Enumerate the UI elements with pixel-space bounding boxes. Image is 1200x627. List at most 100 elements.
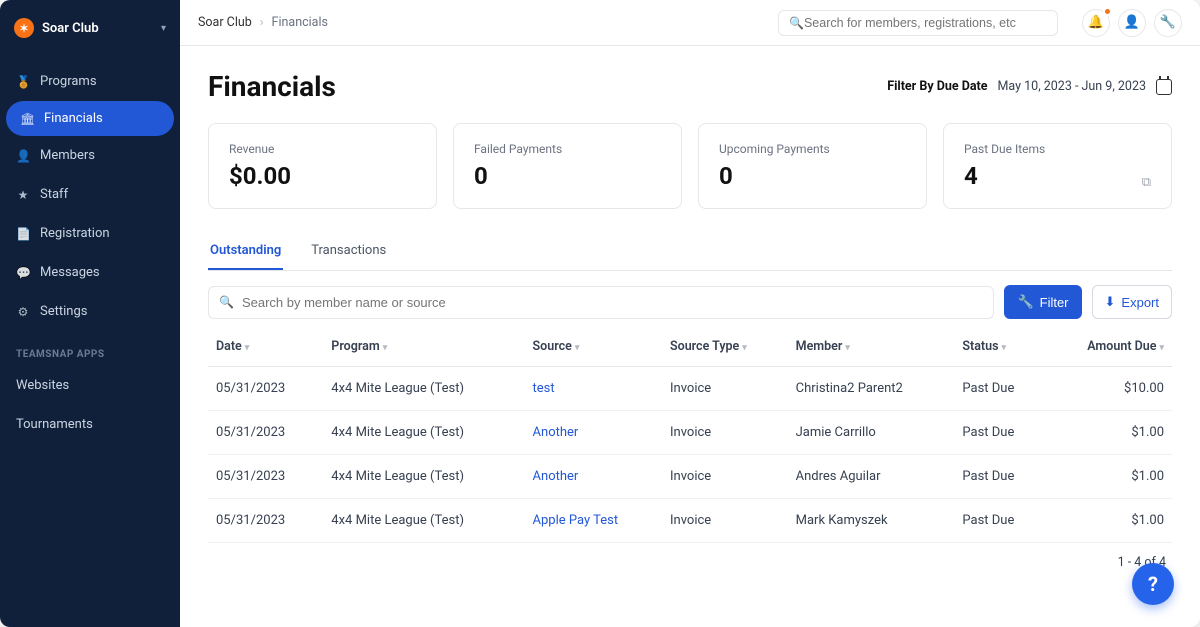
filter-button[interactable]: 🔧 Filter [1004,285,1081,319]
sidebar-item-label: Settings [40,304,87,319]
column-member[interactable]: Member▾ [788,327,955,367]
column-label: Program [331,339,379,354]
stat-card-upcoming-payments[interactable]: Upcoming Payments 0 [698,123,927,209]
cell-amount-due: $10.00 [1046,367,1172,411]
column-source[interactable]: Source▾ [525,327,662,367]
column-label: Date [216,339,242,354]
column-date[interactable]: Date▾ [208,327,323,367]
bank-icon: 🏛 [20,112,34,126]
chat-icon: 💬 [16,266,30,280]
cell-date: 05/31/2023 [208,499,323,543]
help-button[interactable]: ? [1132,563,1174,605]
org-logo-icon: ✶ [14,18,34,38]
column-status[interactable]: Status ▾ [954,327,1046,367]
cell-program: 4x4 Mite League (Test) [323,455,524,499]
sidebar-section-title: TEAMSNAP APPS [0,331,180,366]
global-search-input[interactable] [804,16,1047,30]
cell-program: 4x4 Mite League (Test) [323,499,524,543]
stat-value: 0 [719,162,906,190]
account-button[interactable]: 👤 [1118,9,1146,37]
column-label: Amount Due [1087,339,1156,354]
tab-outstanding[interactable]: Outstanding [208,233,283,270]
cell-status: Past Due [954,411,1046,455]
sidebar-item-label: Websites [16,378,69,393]
sidebar-item-registration[interactable]: 📄 Registration [0,214,180,253]
cell-source-type: Invoice [662,499,788,543]
breadcrumb: Soar Club › Financials [198,15,328,30]
cell-source-type: Invoice [662,411,788,455]
sidebar-app-websites[interactable]: Websites [0,366,180,405]
stats-row: Revenue $0.00 Failed Payments 0 Upcoming… [208,123,1172,209]
tabs: Outstanding Transactions [208,233,1172,271]
sidebar-item-staff[interactable]: ★ Staff [0,175,180,214]
sidebar-item-label: Tournaments [16,417,93,432]
column-amount-due[interactable]: Amount Due▾ [1046,327,1172,367]
table-row[interactable]: 05/31/20234x4 Mite League (Test)Apple Pa… [208,499,1172,543]
content: Financials Filter By Due Date May 10, 20… [180,46,1200,627]
doc-icon: 📄 [16,227,30,241]
sidebar-item-settings[interactable]: ⚙Settings [0,292,180,331]
stat-card-revenue[interactable]: Revenue $0.00 [208,123,437,209]
column-label: Member [796,339,843,354]
sidebar-item-messages[interactable]: 💬Messages [0,253,180,292]
stat-label: Past Due Items [964,142,1151,156]
cell-source[interactable]: Apple Pay Test [525,499,662,543]
cell-member: Jamie Carrillo [788,411,955,455]
expand-icon[interactable]: ⧉ [1142,175,1151,190]
cell-source[interactable]: Another [525,455,662,499]
notification-dot-icon [1103,7,1112,16]
global-search[interactable]: 🔍 [778,10,1058,36]
sidebar-app-tournaments[interactable]: Tournaments [0,405,180,444]
cell-member: Mark Kamyszek [788,499,955,543]
sidebar-item-programs[interactable]: 🏅Programs [0,62,180,101]
cell-source-type: Invoice [662,367,788,411]
sort-icon: ▾ [383,343,388,353]
sidebar-item-label: Members [40,148,95,163]
table-search-input[interactable] [242,295,983,310]
table-row[interactable]: 05/31/20234x4 Mite League (Test)testInvo… [208,367,1172,411]
export-button[interactable]: ⬇ Export [1092,285,1172,319]
sidebar-item-label: Financials [44,111,103,126]
table-toolbar: 🔍 🔧 Filter ⬇ Export [208,285,1172,319]
column-label: Status [962,339,998,354]
cell-source-type: Invoice [662,455,788,499]
table-body: 05/31/20234x4 Mite League (Test)testInvo… [208,367,1172,543]
page-title: Financials [208,70,336,103]
sidebar-item-financials[interactable]: 🏛 Financials [6,101,174,136]
cell-date: 05/31/2023 [208,455,323,499]
tools-button[interactable]: 🔧 [1154,9,1182,37]
date-range-filter[interactable]: Filter By Due Date May 10, 2023 - Jun 9,… [887,79,1172,95]
breadcrumb-root[interactable]: Soar Club [198,15,252,30]
sidebar-item-members[interactable]: 👤Members [0,136,180,175]
table-row[interactable]: 05/31/20234x4 Mite League (Test)AnotherI… [208,411,1172,455]
sort-icon: ▾ [1002,343,1007,353]
stat-card-failed-payments[interactable]: Failed Payments 0 [453,123,682,209]
table-row[interactable]: 05/31/20234x4 Mite League (Test)AnotherI… [208,455,1172,499]
sidebar-item-label: Registration [40,226,110,241]
wrench-icon: 🔧 [1017,294,1033,310]
outstanding-table: Date▾ Program▾ Source▾ Source Type▾ Memb… [208,327,1172,543]
help-icon: ? [1148,572,1158,596]
search-icon: 🔍 [789,16,804,30]
cell-source[interactable]: test [525,367,662,411]
sidebar: ✶ Soar Club ▾ 🏅Programs 🏛 Financials 👤Membe… [0,0,180,627]
cell-member: Christina2 Parent2 [788,367,955,411]
cell-source[interactable]: Another [525,411,662,455]
export-button-label: Export [1121,295,1159,310]
cell-member: Andres Aguilar [788,455,955,499]
column-program[interactable]: Program ▾ [323,327,524,367]
column-source-type[interactable]: Source Type▾ [662,327,788,367]
star-icon: ★ [16,188,30,202]
sidebar-nav: 🏅Programs 🏛 Financials 👤Members ★ Staff 📄 Regis… [0,62,180,331]
org-switcher[interactable]: ✶ Soar Club ▾ [0,8,180,48]
calendar-icon [1156,79,1172,95]
cell-date: 05/31/2023 [208,411,323,455]
sort-icon: ▾ [575,343,580,353]
sidebar-item-label: Staff [40,187,68,202]
filter-range: May 10, 2023 - Jun 9, 2023 [998,79,1146,94]
pagination-summary: 1 - 4 of 4 [208,543,1172,582]
tab-transactions[interactable]: Transactions [309,233,388,270]
stat-card-past-due[interactable]: Past Due Items 4 ⧉ [943,123,1172,209]
table-search[interactable]: 🔍 [208,286,994,319]
notifications-button[interactable]: 🔔 [1082,9,1110,37]
